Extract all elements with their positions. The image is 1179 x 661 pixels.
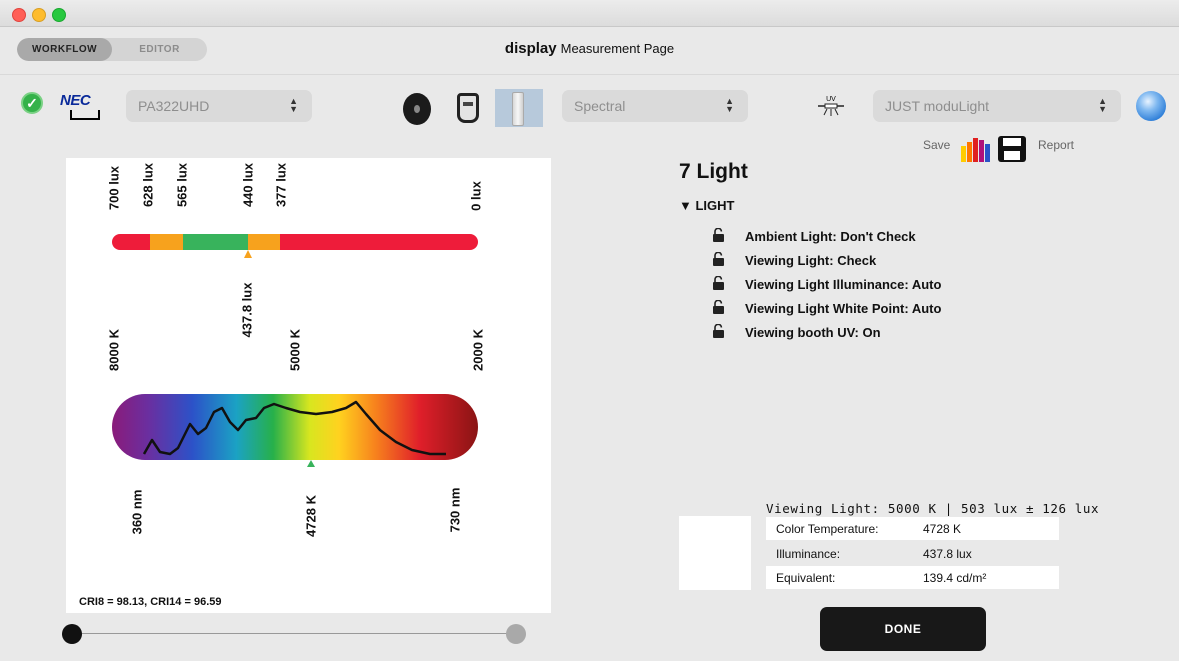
spectrometer-icon[interactable] bbox=[495, 89, 543, 127]
lux-tick-label: 0 lux bbox=[468, 181, 484, 211]
measurement-mode-select[interactable]: Spectral ▲ ▼ bbox=[562, 90, 748, 122]
result-value: 4728 K bbox=[923, 522, 962, 536]
unlock-icon[interactable] bbox=[712, 300, 725, 314]
kelvin-tick-label: 8000 K bbox=[106, 329, 122, 371]
display-select-value: PA322UHD bbox=[138, 98, 210, 114]
spectrum-graph bbox=[112, 394, 478, 467]
unlock-icon[interactable] bbox=[712, 276, 725, 290]
unlock-icon[interactable] bbox=[712, 324, 725, 338]
uv-lamp-icon[interactable]: UV bbox=[816, 94, 846, 118]
light-section-toggle[interactable]: ▼ LIGHT bbox=[679, 198, 734, 213]
result-row: Illuminance: 437.8 lux bbox=[766, 542, 1059, 565]
probe-sensor-icon[interactable] bbox=[403, 93, 431, 125]
page-title-text: Measurement Page bbox=[560, 41, 675, 56]
history-slider-track[interactable] bbox=[80, 633, 508, 634]
setting-label: Viewing Light White Point: Auto bbox=[745, 301, 942, 316]
lux-tick-label: 377 lux bbox=[273, 162, 289, 208]
lux-measured-label: 437.8 lux bbox=[239, 282, 255, 338]
result-row: Color Temperature: 4728 K bbox=[766, 517, 1059, 540]
measurement-graph-panel: 700 lux 628 lux 565 lux 440 lux 377 lux … bbox=[66, 158, 551, 613]
unlock-icon[interactable] bbox=[712, 252, 725, 266]
measured-color-swatch bbox=[679, 516, 751, 590]
setting-label: Viewing booth UV: On bbox=[745, 325, 881, 340]
result-label: Equivalent: bbox=[776, 571, 836, 585]
unlock-icon[interactable] bbox=[712, 228, 725, 242]
setting-label: Viewing Light: Check bbox=[745, 253, 877, 268]
save-label: Save bbox=[923, 138, 951, 152]
section-title: 7 Light bbox=[679, 160, 748, 183]
light-source-select[interactable]: JUST moduLight ▲ ▼ bbox=[873, 90, 1121, 122]
color-bars-save-icon[interactable] bbox=[960, 136, 990, 162]
history-slider-end-handle[interactable] bbox=[506, 624, 526, 644]
done-button[interactable]: DONE bbox=[820, 607, 986, 651]
result-value: 139.4 cd/m² bbox=[923, 571, 987, 585]
minimize-window-button[interactable] bbox=[32, 8, 46, 22]
kelvin-tick-label: 2000 K bbox=[470, 329, 486, 371]
nec-monitor-logo: NEC bbox=[60, 92, 106, 122]
light-select-value: JUST moduLight bbox=[885, 98, 990, 114]
close-window-button[interactable] bbox=[12, 8, 26, 22]
wavelength-end-label: 730 nm bbox=[447, 487, 463, 533]
result-label: Color Temperature: bbox=[776, 522, 879, 536]
app-name: display bbox=[504, 40, 557, 57]
wavelength-start-label: 360 nm bbox=[129, 489, 145, 535]
lux-marker-triangle bbox=[244, 250, 252, 258]
display-select[interactable]: PA322UHD ▲ ▼ bbox=[126, 90, 312, 122]
kelvin-tick-label: 5000 K bbox=[287, 329, 303, 371]
history-slider-start-handle[interactable] bbox=[62, 624, 82, 644]
zoom-window-button[interactable] bbox=[52, 8, 66, 22]
status-ok-icon: ✓ bbox=[21, 92, 43, 114]
cri-values: CRI8 = 98.13, CRI14 = 96.59 bbox=[79, 596, 222, 608]
cct-measured-label: 4728 K bbox=[303, 495, 319, 537]
save-report-icon[interactable] bbox=[997, 135, 1027, 163]
result-row: Equivalent: 139.4 cd/m² bbox=[766, 566, 1059, 589]
colorimeter-icon[interactable] bbox=[457, 93, 479, 123]
viewing-light-target: Viewing Light: 5000 K | 503 lux ± 126 lu… bbox=[766, 501, 1100, 516]
result-value: 437.8 lux bbox=[923, 547, 972, 561]
report-label: Report bbox=[1038, 138, 1075, 152]
select-arrows-icon: ▲ ▼ bbox=[725, 96, 734, 114]
select-arrows-icon: ▲ ▼ bbox=[289, 96, 298, 114]
globe-status-icon[interactable] bbox=[1136, 91, 1166, 121]
setting-label: Viewing Light Illuminance: Auto bbox=[745, 277, 942, 292]
illuminance-range-bar bbox=[112, 234, 478, 258]
setting-label: Ambient Light: Don't Check bbox=[745, 229, 916, 244]
mode-select-value: Spectral bbox=[574, 98, 626, 114]
result-label: Illuminance: bbox=[776, 547, 841, 561]
lux-tick-label: 628 lux bbox=[140, 162, 156, 208]
cct-marker-triangle bbox=[307, 460, 315, 467]
header-divider bbox=[0, 74, 1179, 75]
select-arrows-icon: ▲ ▼ bbox=[1098, 96, 1107, 114]
lux-tick-label: 700 lux bbox=[106, 165, 122, 211]
window-titlebar bbox=[0, 0, 1179, 27]
lux-tick-label: 565 lux bbox=[174, 162, 190, 208]
lux-tick-label: 440 lux bbox=[240, 162, 256, 208]
uv-label: UV bbox=[826, 96, 836, 103]
page-title: display Measurement Page bbox=[0, 40, 1179, 57]
